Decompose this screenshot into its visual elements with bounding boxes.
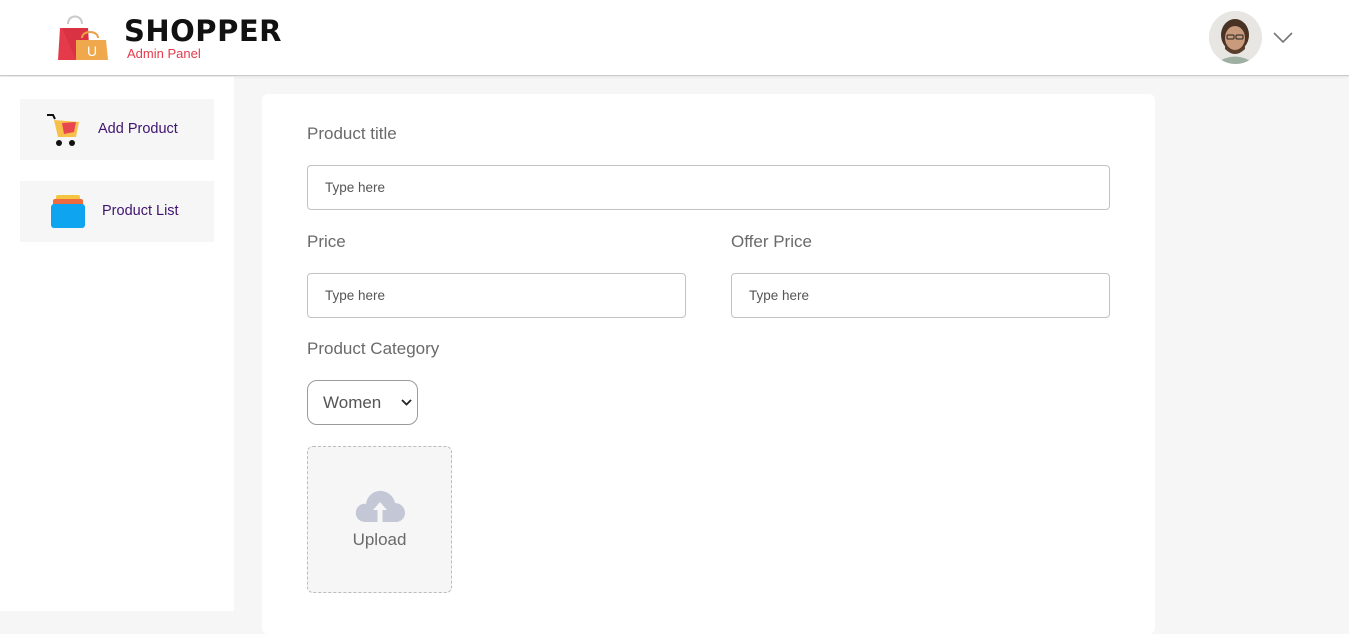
profile-avatar[interactable]	[1209, 11, 1262, 64]
upload-area[interactable]: Upload	[307, 446, 452, 593]
svg-text:U: U	[87, 43, 97, 59]
add-product-form: Product title Price Offer Price Product …	[262, 94, 1155, 634]
product-title-input[interactable]	[307, 165, 1110, 210]
product-title-label: Product title	[307, 124, 397, 143]
brand-logo[interactable]: U SHOPPER Admin Panel	[56, 12, 281, 64]
cloud-upload-icon	[355, 490, 405, 522]
category-select[interactable]: Women	[307, 380, 418, 425]
offer-price-input[interactable]	[731, 273, 1110, 318]
sidebar-item-product-list[interactable]: Product List	[20, 181, 214, 242]
sidebar-item-label: Product List	[102, 203, 179, 219]
price-input[interactable]	[307, 273, 686, 318]
upload-label: Upload	[352, 530, 407, 549]
profile-menu[interactable]	[1209, 11, 1299, 67]
shopping-bag-icon: U	[58, 15, 108, 60]
chevron-down-icon	[401, 399, 412, 406]
brand-subtitle: Admin Panel	[127, 46, 201, 61]
product-category-label: Product Category	[307, 339, 440, 358]
brand-title: SHOPPER	[124, 14, 282, 48]
sidebar: Add Product Product List	[0, 77, 234, 611]
navbar: U SHOPPER Admin Panel	[0, 0, 1349, 76]
product-list-icon	[51, 195, 85, 228]
price-label: Price	[307, 232, 346, 251]
sidebar-item-add-product[interactable]: Add Product	[20, 99, 214, 160]
cart-icon	[47, 114, 79, 146]
sidebar-item-label: Add Product	[98, 121, 178, 137]
category-select-value: Women	[323, 393, 382, 412]
chevron-down-icon[interactable]	[1271, 29, 1295, 45]
offer-price-label: Offer Price	[731, 232, 812, 251]
